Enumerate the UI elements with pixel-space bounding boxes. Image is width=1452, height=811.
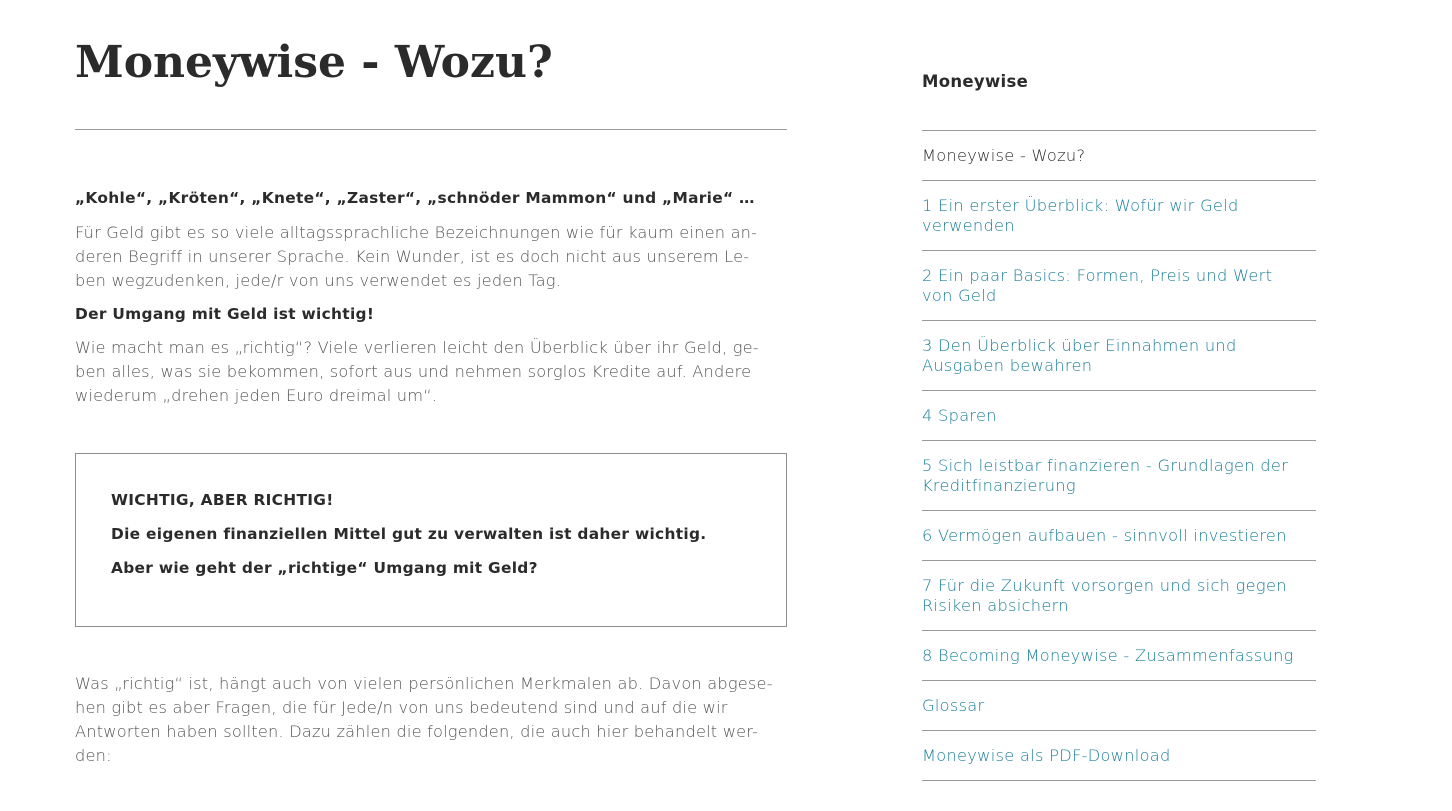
sidebar-item-label: 8 Becoming Moneywise - Zusammenfassung [922, 646, 1294, 665]
sidebar-item-chapter-1[interactable]: 1 Ein erster Überblick: Wofür wir Geld v… [922, 181, 1316, 251]
sidebar-item-chapter-7[interactable]: 7 Für die Zukunft vorsorgen und sich geg… [922, 561, 1316, 631]
page-title: Moneywise - Wozu? [75, 37, 553, 88]
sidebar-item-label: 1 Ein erster Überblick: Wofür wir Geld [922, 196, 1239, 215]
intro-bold-text: „Kohle“, „Kröten“, „Knete“, „Zaster“, „s… [75, 189, 755, 207]
sidebar-item-label: Ausgaben bewahren [922, 356, 1093, 375]
subheading: Der Umgang mit Geld ist wichtig! [75, 305, 375, 323]
sidebar-item-label: 5 Sich leistbar finanzieren - Grundlagen… [922, 456, 1289, 475]
sidebar-item-chapter-4[interactable]: 4 Sparen [922, 391, 1316, 441]
sidebar-item-label: 2 Ein paar Basics: Formen, Preis und Wer… [922, 266, 1273, 285]
sidebar-item-label: Moneywise - Wozu? [922, 146, 1086, 165]
paragraph-2-line: ben alles, was sie bekommen, sofort aus … [75, 362, 752, 381]
info-box-title: WICHTIG, ABER RICHTIG! [111, 491, 334, 509]
sidebar-item-glossary[interactable]: Glossar [922, 681, 1316, 731]
paragraph-1-line: deren Begriff in unserer Sprache. Kein W… [75, 247, 750, 266]
paragraph-1-line: ben wegzudenken, jede/r von uns verwende… [75, 271, 562, 290]
sidebar-item-chapter-8[interactable]: 8 Becoming Moneywise - Zusammenfassung [922, 631, 1316, 681]
title-divider [75, 129, 787, 130]
sidebar-item-label: Glossar [922, 696, 985, 715]
paragraph-3-line: Antworten haben sollten. Dazu zählen die… [75, 722, 759, 741]
sidebar-item-label: 6 Vermögen aufbauen - sinnvoll investier… [922, 526, 1287, 545]
sidebar-item-label: verwenden [922, 216, 1015, 235]
info-box-text: Die eigenen finanziellen Mittel gut zu v… [111, 525, 707, 543]
sidebar-item-chapter-5[interactable]: 5 Sich leistbar finanzieren - Grundlagen… [922, 441, 1316, 511]
paragraph-2-line: wiederum „drehen jeden Euro dreimal um“. [75, 386, 438, 405]
sidebar-item-label: Moneywise als PDF-Download [922, 746, 1171, 765]
sidebar-nav: Moneywise - Wozu? 1 Ein erster Überblick… [922, 130, 1316, 781]
sidebar-item-label: 3 Den Überblick über Einnahmen und [922, 336, 1237, 355]
paragraph-3-line: hen gibt es aber Fragen, die für Jede/n … [75, 698, 728, 717]
info-box-question: Aber wie geht der „richtige“ Umgang mit … [111, 559, 538, 577]
sidebar-item-label: von Geld [922, 286, 997, 305]
paragraph-1: Für Geld gibt es so viele alltagssprachl… [75, 221, 787, 293]
sidebar-item-chapter-2[interactable]: 2 Ein paar Basics: Formen, Preis und Wer… [922, 251, 1316, 321]
sidebar-heading: Moneywise [922, 72, 1029, 91]
paragraph-2: Wie macht man es „richtig“? Viele verlie… [75, 336, 787, 408]
paragraph-1-line: Für Geld gibt es so viele alltagssprachl… [75, 223, 758, 242]
sidebar-item-label: Risiken absichern [922, 596, 1069, 615]
sidebar-item-chapter-3[interactable]: 3 Den Überblick über Einnahmen und Ausga… [922, 321, 1316, 391]
sidebar-item-chapter-6[interactable]: 6 Vermögen aufbauen - sinnvoll investier… [922, 511, 1316, 561]
sidebar-item-current: Moneywise - Wozu? [922, 131, 1316, 181]
paragraph-2-line: Wie macht man es „richtig“? Viele verlie… [75, 338, 759, 357]
paragraph-3-line: Was „richtig“ ist, hängt auch von vielen… [75, 674, 773, 693]
paragraph-3: Was „richtig“ ist, hängt auch von vielen… [75, 672, 787, 768]
paragraph-3-line: den: [75, 746, 112, 765]
info-box: WICHTIG, ABER RICHTIG! Die eigenen finan… [75, 453, 787, 627]
sidebar-item-label: 4 Sparen [922, 406, 997, 425]
sidebar-item-label: Kreditfinanzierung [922, 476, 1076, 495]
sidebar-item-label: 7 Für die Zukunft vorsorgen und sich geg… [922, 576, 1287, 595]
sidebar-item-pdf-download[interactable]: Moneywise als PDF-Download [922, 731, 1316, 781]
